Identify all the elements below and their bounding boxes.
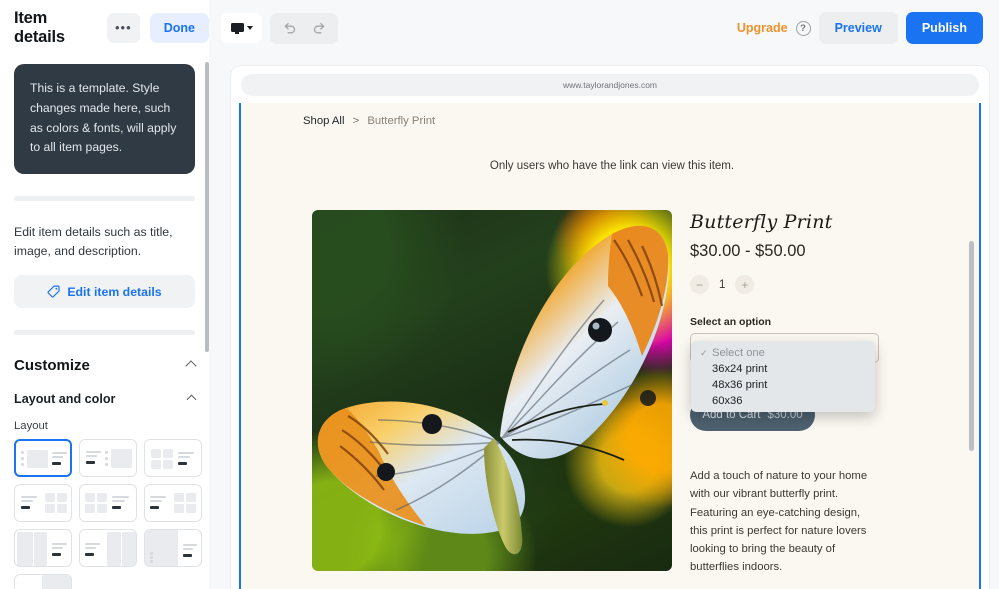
quantity-stepper: − 1 +	[690, 275, 755, 294]
layout-option-5[interactable]	[79, 484, 137, 523]
layout-option-8[interactable]	[79, 529, 137, 568]
sidebar-divider-2	[14, 330, 195, 336]
undo-arrow-icon	[284, 22, 295, 33]
monitor-icon	[230, 22, 244, 34]
browser-frame: www.taylorandjones.com Shop All > Butter…	[231, 66, 989, 589]
layout-thumbnail-grid	[14, 439, 202, 589]
layout-option-9[interactable]	[144, 529, 202, 568]
upgrade-link[interactable]: Upgrade	[737, 21, 788, 35]
url-bar[interactable]: www.taylorandjones.com	[241, 73, 979, 96]
option-dropdown-menu: ✓ Select one 36x24 print 48x36 print 60x…	[691, 341, 875, 412]
layout-option-3[interactable]	[144, 439, 202, 478]
edit-hint-text: Edit item details such as title, image, …	[14, 225, 173, 259]
tag-icon	[47, 285, 60, 298]
customize-title: Customize	[14, 357, 90, 375]
dropdown-item-0[interactable]: ✓ Select one	[691, 345, 875, 361]
product-image[interactable]	[312, 210, 672, 571]
page-title: Item details	[14, 9, 65, 46]
visibility-notice: Only users who have the link can view th…	[489, 160, 735, 172]
more-options-button[interactable]: •••	[106, 13, 140, 43]
quantity-increase-button[interactable]: +	[735, 275, 755, 294]
breadcrumb-shop-all[interactable]: Shop All	[303, 115, 344, 127]
edit-item-details-label: Edit item details	[67, 284, 162, 299]
dropdown-item-label-3: 60x36	[712, 395, 743, 407]
undo-button[interactable]	[274, 13, 304, 44]
layout-and-color-header[interactable]: Layout and color	[14, 392, 197, 407]
butterfly-illustration	[317, 225, 669, 555]
option-label: Select an option	[690, 316, 772, 328]
chevron-up-icon-small	[186, 394, 197, 405]
redo-button[interactable]	[304, 13, 334, 44]
help-icon[interactable]: ?	[795, 20, 811, 36]
chevron-down-icon	[246, 26, 253, 30]
layout-option-7[interactable]	[14, 529, 72, 568]
done-button[interactable]: Done	[149, 13, 209, 43]
undo-redo-group	[270, 12, 338, 44]
layout-and-color-title: Layout and color	[14, 392, 116, 407]
edit-item-details-button[interactable]: Edit item details	[14, 275, 195, 309]
left-sidebar: This is a template. Style changes made h…	[0, 56, 209, 589]
quantity-decrease-button[interactable]: −	[690, 275, 709, 294]
dropdown-item-2[interactable]: 48x36 print	[691, 377, 875, 393]
site-canvas: Shop All > Butterfly Print Only users wh…	[239, 103, 981, 589]
product-price: $30.00 - $50.00	[690, 242, 806, 260]
quantity-value: 1	[719, 278, 726, 291]
breadcrumb-separator: >	[352, 115, 360, 127]
toolbar-right-group: Upgrade ? Preview Publish	[209, 0, 999, 56]
preview-area: www.taylorandjones.com Shop All > Butter…	[209, 56, 999, 589]
product-description: Add a touch of nature to your home with …	[690, 470, 868, 574]
layout-option-4[interactable]	[14, 484, 72, 523]
layout-field-label: Layout	[14, 420, 48, 433]
customize-section-header[interactable]: Customize	[14, 357, 197, 375]
layout-option-6[interactable]	[144, 484, 202, 523]
dropdown-item-label-0: Select one	[712, 347, 765, 359]
dropdown-item-3[interactable]: 60x36	[691, 393, 875, 409]
layout-option-1[interactable]	[14, 439, 72, 478]
butterfly-photo	[312, 210, 672, 571]
product-title: Butterfly Print	[690, 211, 833, 233]
breadcrumb-current: Butterfly Print	[367, 115, 436, 127]
chevron-up-icon	[185, 359, 197, 372]
breadcrumb: Shop All > Butterfly Print	[303, 115, 435, 127]
check-icon: ✓	[700, 347, 708, 358]
redo-arrow-icon	[313, 22, 324, 33]
dropdown-item-label-2: 48x36 print	[712, 379, 768, 391]
sidebar-divider	[14, 196, 195, 202]
preview-scrollbar[interactable]	[969, 241, 974, 451]
dropdown-item-1[interactable]: 36x24 print	[691, 361, 875, 377]
top-toolbar: Item details ••• Done Upgrade ? Preview …	[0, 0, 999, 56]
dropdown-item-label-1: 36x24 print	[712, 363, 768, 375]
browser-url-row: www.taylorandjones.com	[231, 66, 989, 103]
toolbar-left-group: Item details ••• Done	[0, 0, 209, 56]
layout-option-2[interactable]	[79, 439, 137, 478]
template-tip-callout: This is a template. Style changes made h…	[14, 64, 195, 175]
preview-button[interactable]: Preview	[818, 12, 898, 44]
publish-button[interactable]: Publish	[905, 12, 983, 44]
device-preview-selector[interactable]	[221, 13, 262, 43]
layout-option-10[interactable]	[14, 574, 72, 589]
